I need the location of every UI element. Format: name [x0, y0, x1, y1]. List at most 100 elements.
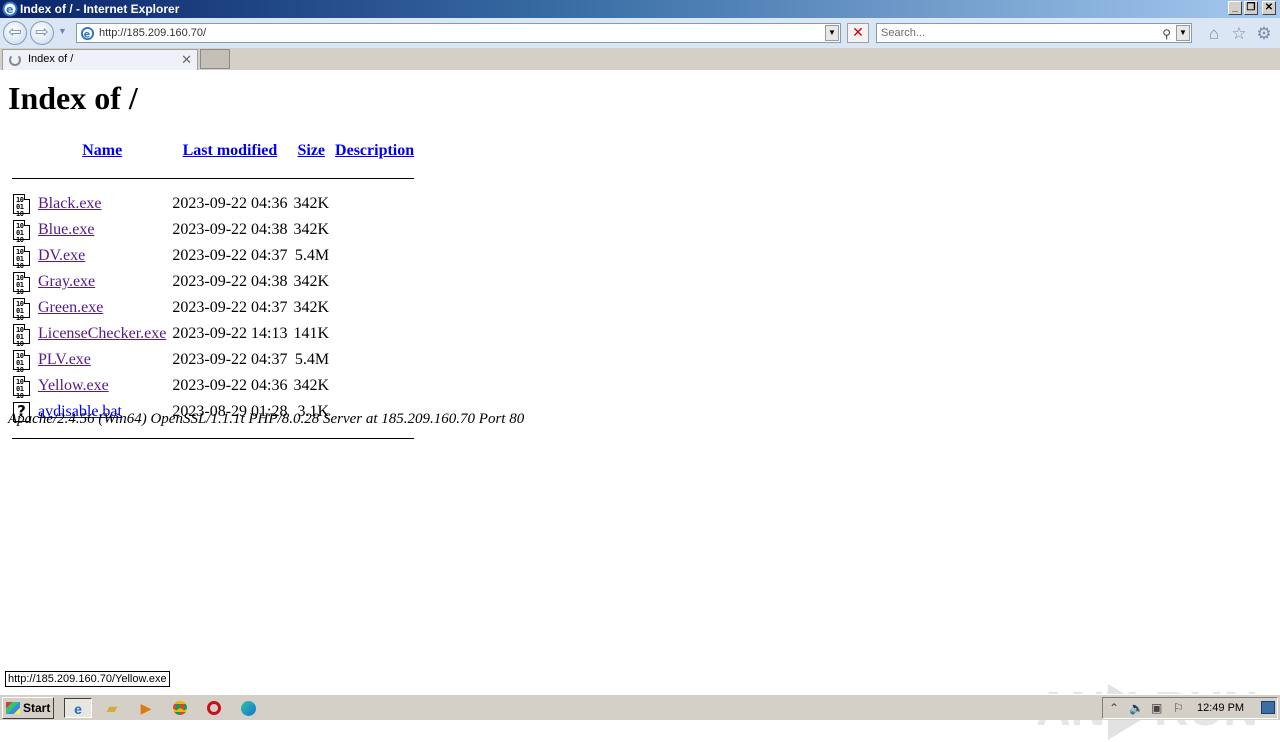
table-row: 10 01 10 PLV.exe 2023-09-22 04:37 5.4M: [10, 348, 416, 374]
binary-file-icon: 10 01 10: [12, 219, 32, 244]
back-icon: ⇦: [8, 24, 22, 41]
modified-column-header: Last modified: [170, 142, 289, 164]
table-row: 10 01 10 Yellow.exe 2023-09-22 04:36 342K: [10, 374, 416, 400]
taskbar-folder-icon[interactable]: ▰: [98, 698, 126, 718]
file-link[interactable]: Blue.exe: [38, 221, 94, 238]
tools-gear-icon[interactable]: ⚙: [1254, 24, 1274, 44]
file-size: 5.4M: [294, 351, 330, 368]
file-description: [333, 296, 416, 320]
file-icon-cell: 10 01 10: [10, 374, 34, 400]
file-icon-cell: 10 01 10: [10, 296, 34, 322]
footer-rule: [10, 426, 416, 450]
home-icon[interactable]: ⌂: [1204, 24, 1224, 44]
file-size: 342K: [293, 377, 330, 394]
file-modified: 2023-09-22 04:36: [172, 195, 288, 212]
status-bar-url: http://185.209.160.70/Yellow.exe: [5, 671, 170, 687]
search-box[interactable]: Search... ⚲ ▼: [876, 23, 1192, 43]
file-description: [333, 218, 416, 242]
binary-file-icon: 10 01 10: [12, 297, 32, 322]
network-icon[interactable]: ▣: [1151, 698, 1162, 718]
recent-pages-chevron-icon[interactable]: ▼: [58, 26, 67, 36]
file-link[interactable]: DV.exe: [38, 247, 85, 264]
binary-file-icon: 10 01 10: [12, 349, 32, 374]
file-size: 342K: [293, 273, 330, 290]
svg-text:e: e: [84, 29, 90, 40]
file-link[interactable]: LicenseChecker.exe: [38, 325, 166, 342]
file-link[interactable]: PLV.exe: [38, 351, 91, 368]
taskbar-edge-icon[interactable]: [234, 698, 262, 718]
binary-file-icon: 10 01 10: [12, 193, 32, 218]
file-name-cell: Yellow.exe: [36, 374, 168, 398]
file-link[interactable]: Black.exe: [38, 195, 102, 212]
taskbar-internet-explorer-icon[interactable]: e: [64, 698, 92, 718]
tab-label: Index of /: [28, 53, 74, 65]
clock[interactable]: 12:49 PM: [1197, 698, 1244, 718]
file-description: [333, 322, 416, 346]
taskbar-chrome-icon[interactable]: [166, 698, 194, 718]
tab-index[interactable]: Index of / ✕: [2, 49, 198, 70]
file-name-cell: PLV.exe: [36, 348, 168, 372]
file-icon-cell: 10 01 10: [10, 322, 34, 348]
page-content: Index of / Name Last modified Size Descr…: [0, 70, 1280, 740]
close-tab-icon[interactable]: ✕: [181, 50, 192, 69]
loading-spinner-icon: [9, 54, 21, 66]
search-input[interactable]: Search...: [881, 27, 925, 39]
sort-by-name-link[interactable]: Name: [82, 142, 122, 159]
file-link[interactable]: Green.exe: [38, 299, 103, 316]
file-modified: 2023-09-22 14:13: [172, 325, 288, 342]
description-column-header: Description: [333, 142, 416, 164]
file-icon-cell: 10 01 10: [10, 244, 34, 270]
minimize-button[interactable]: _: [1228, 1, 1242, 15]
forward-button[interactable]: ⇨: [30, 21, 54, 45]
header-rule: [10, 166, 416, 190]
back-button[interactable]: ⇦: [3, 21, 27, 45]
binary-file-icon: 10 01 10: [12, 245, 32, 270]
file-name-cell: Black.exe: [36, 192, 168, 216]
address-bar[interactable]: e http://185.209.160.70/ ▼: [76, 23, 841, 43]
size-column-header: Size: [291, 142, 331, 164]
address-dropdown-icon[interactable]: ▼: [825, 25, 839, 41]
file-link[interactable]: Gray.exe: [38, 273, 95, 290]
file-link[interactable]: Yellow.exe: [38, 377, 109, 394]
page-ie-icon: e: [80, 26, 95, 40]
show-hidden-icons-icon[interactable]: ⌃: [1109, 698, 1119, 718]
file-name-cell: Gray.exe: [36, 270, 168, 294]
directory-listing: Name Last modified Size Description 10 01…: [8, 140, 418, 452]
sort-by-description-link[interactable]: Description: [335, 142, 414, 159]
favorites-icon[interactable]: ☆: [1229, 24, 1249, 44]
restore-button[interactable]: ❐: [1244, 1, 1258, 15]
file-icon-cell: 10 01 10: [10, 192, 34, 218]
taskbar-media-player-icon[interactable]: ▶: [132, 698, 160, 718]
navigation-bar: ⇦ ⇨ ▼ e http://185.209.160.70/ ▼ ✕ Searc…: [0, 18, 1280, 48]
file-name-cell: DV.exe: [36, 244, 168, 268]
file-description: [333, 270, 416, 294]
file-size: 342K: [293, 299, 330, 316]
system-tray: ⌃ 🔈 ▣ ⚐ 12:49 PM: [1102, 697, 1278, 719]
volume-icon[interactable]: 🔈: [1129, 698, 1144, 718]
file-rows: 10 01 10 Black.exe 2023-09-22 04:36 342K 10 01 1…: [10, 192, 416, 424]
sort-by-size-link[interactable]: Size: [297, 142, 325, 159]
new-tab-button[interactable]: [200, 49, 230, 69]
file-name-cell: LicenseChecker.exe: [36, 322, 168, 346]
table-row: 10 01 10 DV.exe 2023-09-22 04:37 5.4M: [10, 244, 416, 270]
sort-by-modified-link[interactable]: Last modified: [183, 142, 278, 159]
server-signature: Apache/2.4.56 (Win64) OpenSSL/1.1.1t PHP…: [8, 411, 525, 427]
file-size: 141K: [293, 325, 330, 342]
window-title-bar[interactable]: e Index of / - Internet Explorer _ ❐ ✕: [0, 0, 1280, 18]
file-modified: 2023-09-22 04:36: [172, 377, 288, 394]
file-modified: 2023-09-22 04:37: [172, 299, 288, 316]
table-row: 10 01 10 Blue.exe 2023-09-22 04:38 342K: [10, 218, 416, 244]
start-button[interactable]: Start: [2, 697, 54, 719]
table-row: 10 01 10 Gray.exe 2023-09-22 04:38 342K: [10, 270, 416, 296]
file-description: [333, 244, 416, 268]
stop-button[interactable]: ✕: [847, 23, 869, 43]
file-name-cell: Green.exe: [36, 296, 168, 320]
show-desktop-icon[interactable]: [1261, 701, 1275, 714]
taskbar-opera-icon[interactable]: [200, 698, 228, 718]
search-dropdown-icon[interactable]: ▼: [1176, 25, 1190, 41]
file-name-cell: Blue.exe: [36, 218, 168, 242]
search-icon[interactable]: ⚲: [1162, 25, 1171, 43]
address-url[interactable]: http://185.209.160.70/: [99, 24, 206, 42]
action-center-flag-icon[interactable]: ⚐: [1173, 698, 1184, 718]
close-window-button[interactable]: ✕: [1262, 1, 1276, 15]
